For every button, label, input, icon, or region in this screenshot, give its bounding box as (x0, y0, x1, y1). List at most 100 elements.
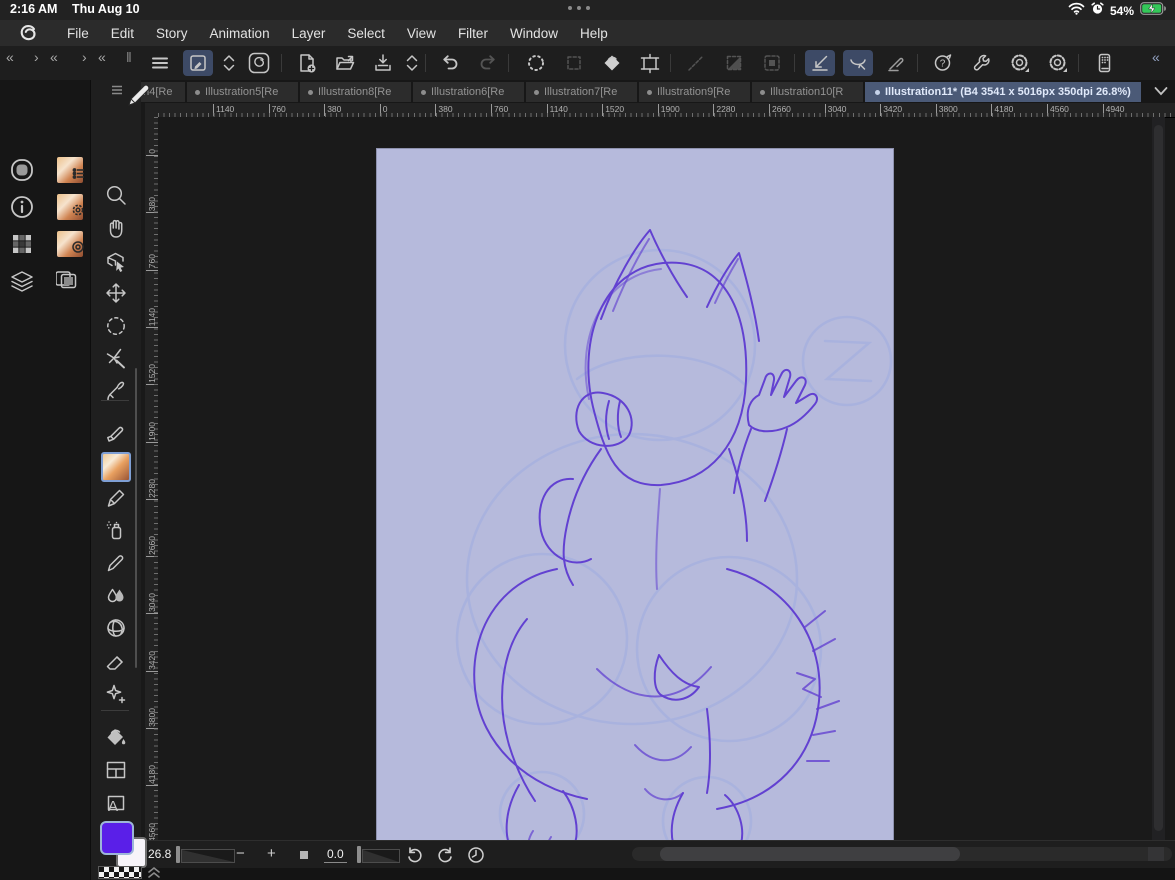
move-layer-tool[interactable] (97, 278, 135, 308)
tool-strip-scrollbar[interactable] (135, 368, 137, 668)
brush-tool[interactable] (97, 548, 135, 578)
reset-rotation-button[interactable] (467, 846, 485, 869)
crop-canvas-button[interactable] (635, 50, 665, 76)
menu-select[interactable]: Select (336, 26, 396, 41)
save-export-button[interactable] (368, 50, 398, 76)
fill-tool[interactable] (97, 722, 135, 752)
menu-story[interactable]: Story (145, 26, 199, 41)
marker-tool[interactable] (97, 418, 135, 448)
rotate-left-button[interactable] (406, 846, 424, 869)
tab-inactive[interactable]: Illustration6[Re (413, 82, 524, 102)
subview-thumbnail-1[interactable] (57, 157, 84, 183)
menu-help[interactable]: Help (569, 26, 619, 41)
tab-inactive[interactable]: Illustration10[R (752, 82, 863, 102)
rotate-slider-track[interactable] (362, 849, 400, 863)
snap-to-grid-button[interactable] (881, 50, 911, 76)
pen-tool[interactable] (97, 483, 135, 513)
text-tool[interactable]: A (108, 798, 118, 815)
canvas-artwork[interactable] (377, 149, 893, 843)
document-canvas[interactable] (377, 149, 893, 843)
subview-thumbnail-2[interactable] (57, 194, 84, 220)
color-set-palette-button[interactable] (9, 231, 35, 257)
collapse-dock2-icon[interactable]: « (50, 49, 58, 65)
zoom-slider-track[interactable] (181, 849, 235, 863)
preferences-button[interactable] (1005, 50, 1035, 76)
fit-to-screen-button[interactable] (300, 851, 308, 859)
page-manager-button[interactable] (56, 268, 82, 294)
collapse-dock3-icon[interactable]: « (98, 49, 106, 65)
tool-strip-menu-icon[interactable] (110, 83, 124, 101)
tab-overflow-chevron-icon[interactable] (1153, 84, 1169, 103)
blend-tool[interactable] (97, 581, 135, 611)
ruler-top-label: 380 (324, 104, 341, 116)
tab-inactive[interactable]: Illustration8[Re (300, 82, 411, 102)
zoom-slider-handle[interactable] (176, 846, 180, 863)
tool-settings-button[interactable] (966, 50, 996, 76)
primary-color-swatch[interactable] (100, 821, 134, 855)
menu-layer[interactable]: Layer (281, 26, 337, 41)
clip-studio-logo-icon[interactable] (14, 22, 42, 49)
drag-handle-icon[interactable]: ‖ (126, 49, 132, 65)
collapse-dock-icon[interactable]: « (6, 49, 14, 65)
ruler-visibility-button[interactable] (681, 50, 711, 76)
tab-active[interactable]: Illustration11* (B4 3541 x 5016px 350dpi… (865, 82, 1141, 102)
deselect-button[interactable] (559, 50, 589, 76)
menu-window[interactable]: Window (499, 26, 569, 41)
eyedropper-tool[interactable] (97, 376, 135, 406)
layer-palette-button[interactable] (9, 268, 35, 294)
frame-border-tool[interactable] (97, 755, 135, 785)
undo-button[interactable] (435, 50, 465, 76)
redo-button[interactable] (473, 50, 503, 76)
expand-dock-icon[interactable]: › (34, 49, 39, 65)
hand-tool[interactable] (97, 213, 135, 243)
information-palette-button[interactable] (9, 194, 35, 220)
snap-to-ruler-button[interactable] (805, 50, 835, 76)
main-menu-button[interactable] (145, 50, 175, 76)
menu-edit[interactable]: Edit (100, 26, 145, 41)
mask-visibility-button[interactable] (719, 50, 749, 76)
collapse-arrows-button[interactable] (214, 50, 244, 76)
selection-area-tool[interactable] (97, 311, 135, 341)
edge-keyboard-button[interactable] (1089, 50, 1119, 76)
menu-filter[interactable]: Filter (447, 26, 499, 41)
collapse-toolbar-icon[interactable]: « (1152, 49, 1160, 65)
vertical-scrollbar-thumb[interactable] (1154, 125, 1163, 831)
custom-brush-tool-selected[interactable] (101, 452, 131, 482)
liquify-tool[interactable] (97, 613, 135, 643)
zoom-in-button[interactable]: + (267, 845, 276, 862)
transparent-color-swatch[interactable] (98, 866, 142, 879)
subview-thumbnail-3[interactable] (57, 231, 84, 257)
open-file-button[interactable] (330, 50, 360, 76)
menu-animation[interactable]: Animation (199, 26, 281, 41)
object-tool[interactable] (97, 246, 135, 276)
clear-fill-button[interactable] (597, 50, 627, 76)
clip-studio-app-button[interactable] (244, 50, 274, 76)
menu-file[interactable]: File (56, 26, 100, 41)
modifier-settings-button[interactable] (1043, 50, 1073, 76)
register-edit-button[interactable] (183, 50, 213, 76)
tab-inactive[interactable]: Illustration7[Re (526, 82, 637, 102)
new-canvas-button[interactable] (292, 50, 322, 76)
tab-inactive[interactable]: Illustration5[Re (187, 82, 298, 102)
zoom-tool[interactable] (97, 180, 135, 210)
eraser-tool[interactable] (97, 646, 135, 676)
airbrush-tool[interactable] (97, 515, 135, 545)
rotate-right-button[interactable] (436, 846, 454, 869)
rotate-slider-handle[interactable] (357, 846, 361, 863)
tab-inactive[interactable]: Illustration9[Re (639, 82, 750, 102)
ruler-left-label: 2280 (146, 478, 157, 498)
expand-dock2-icon[interactable]: › (82, 49, 87, 65)
edit-pencil-icon[interactable] (126, 82, 152, 113)
vertical-scrollbar-track[interactable] (1152, 117, 1165, 843)
snap-to-special-ruler-button[interactable] (843, 50, 873, 76)
help-button[interactable]: ? (928, 50, 958, 76)
horizontal-scrollbar-thumb[interactable] (660, 847, 960, 861)
selection-visibility-button[interactable] (757, 50, 787, 76)
decoration-tool[interactable] (97, 679, 135, 709)
zoom-out-button[interactable]: − (236, 845, 245, 862)
expand-panel-chevrons-icon[interactable] (146, 866, 162, 880)
collapse-arrows-2-button[interactable] (397, 50, 427, 76)
auto-select-tool[interactable] (97, 343, 135, 373)
quick-access-palette-button[interactable] (9, 157, 35, 183)
menu-view[interactable]: View (396, 26, 447, 41)
